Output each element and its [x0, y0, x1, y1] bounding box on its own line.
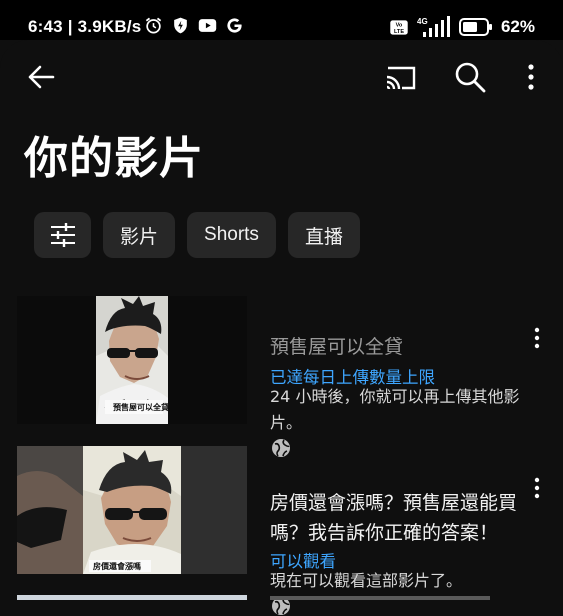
back-arrow-icon[interactable]	[26, 62, 56, 92]
status-icons-right: Vo LTE 4G 62%	[389, 16, 535, 38]
svg-text:LTE: LTE	[394, 29, 404, 35]
shield-bolt-icon	[174, 17, 187, 34]
alarm-icon	[145, 17, 162, 34]
svg-text:Vo: Vo	[396, 22, 403, 28]
more-vert-icon[interactable]	[522, 62, 540, 92]
thumbnail-caption: 預售屋可以全貸	[113, 403, 169, 412]
status-bar: 6:43 | 3.9KB/s Vo LTE 4G 62%	[0, 0, 563, 40]
youtube-icon	[198, 19, 217, 32]
battery-percent: 62%	[500, 17, 535, 36]
thumbnail-caption: 房價還會漲嗎	[93, 562, 141, 571]
video-item[interactable]: 房價還會漲嗎 房價還會漲嗎？預售屋還能買嗎？我告訴你正確的答案！ 可以觀看 現在…	[0, 446, 563, 615]
signal-icon: 4G	[417, 16, 450, 37]
video-item[interactable]: 預售屋可以全貸 預售屋可以全貸 已達每日上傳數量上限 24 小時後，你就可以再上…	[0, 296, 563, 457]
filter-sliders-icon	[50, 223, 75, 247]
video-thumbnail[interactable]: 房價還會漲嗎	[17, 446, 247, 574]
google-icon	[227, 18, 242, 33]
video-thumbnail-image	[17, 446, 247, 574]
page-title: 你的影片	[24, 133, 204, 184]
battery-icon	[458, 18, 492, 36]
search-icon[interactable]	[454, 61, 486, 93]
volte-icon: Vo LTE	[390, 19, 408, 35]
next-video-peek	[17, 595, 490, 600]
chip-shorts[interactable]: Shorts	[187, 212, 276, 258]
video-thumbnail[interactable]: 預售屋可以全貸	[17, 296, 247, 424]
app-container: 你的影片 影片 Shorts 直播 預售屋可以全貸 預售屋可以全貸 已達每日上傳…	[0, 40, 563, 615]
filter-chips: 影片 Shorts 直播	[34, 212, 360, 258]
cast-icon[interactable]	[384, 62, 418, 92]
video-title[interactable]: 房價還會漲嗎？預售屋還能買嗎？我告訴你正確的答案！	[270, 488, 540, 548]
more-vert-icon[interactable]	[530, 326, 544, 350]
svg-text:4G: 4G	[417, 17, 428, 26]
video-description: 24 小時後，你就可以再上傳其他影片。	[270, 387, 520, 432]
status-icons-left	[144, 16, 244, 35]
more-vert-icon[interactable]	[530, 476, 544, 500]
video-title[interactable]: 預售屋可以全貸	[270, 332, 403, 362]
chip-videos[interactable]: 影片	[103, 212, 176, 258]
chip-live[interactable]: 直播	[287, 212, 360, 258]
top-app-bar	[0, 40, 563, 112]
status-time-speed: 6:43 | 3.9KB/s	[28, 17, 142, 36]
chip-filter[interactable]	[34, 212, 91, 258]
